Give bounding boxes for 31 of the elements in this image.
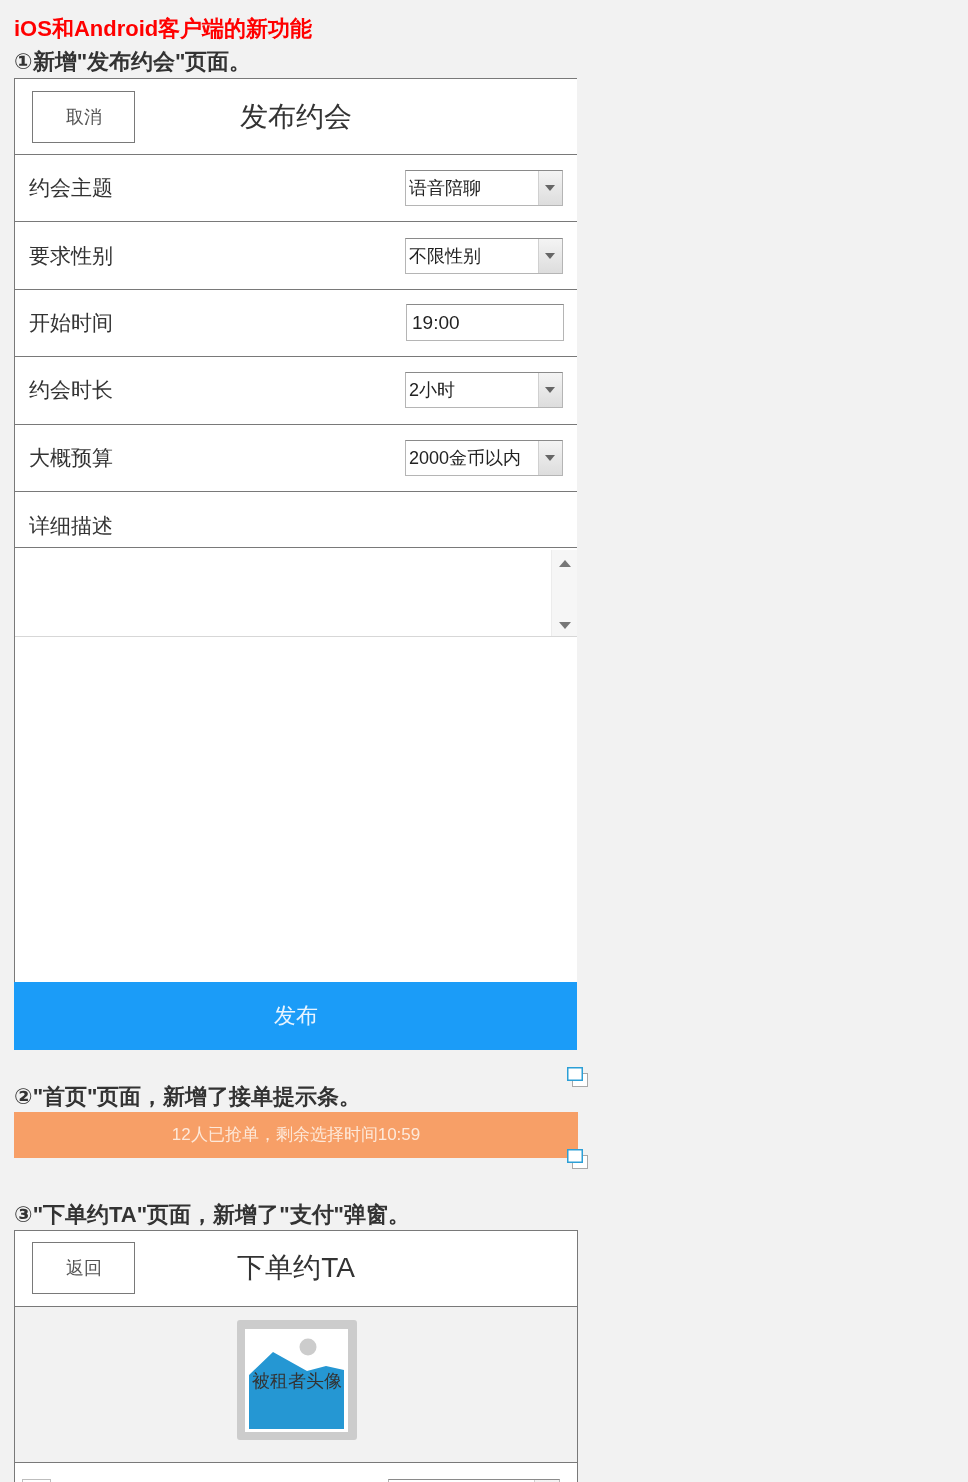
screen-title: 下单约TA — [237, 1251, 355, 1286]
field-label: 详细描述 — [29, 513, 113, 537]
dropdown[interactable]: 不限性别 — [405, 237, 563, 274]
screen-title: 发布约会 — [240, 99, 352, 134]
overlapping-squares-icon — [567, 1148, 588, 1169]
field-label: 开始时间 — [29, 309, 113, 336]
notice-bar: 12人已抢单，剩余选择时间10:59 — [14, 1111, 578, 1158]
dropdown[interactable]: 2小时 — [405, 372, 563, 409]
dropdown-caret-icon — [538, 373, 562, 408]
overlapping-squares-icon — [567, 1066, 588, 1087]
avatar-label: 被租者头像 — [252, 1369, 342, 1393]
section-heading: ②"首页"页面，新增了接单提示条。 — [14, 1082, 362, 1111]
page-title: iOS和Android客户端的新功能 — [14, 16, 313, 42]
scrollbar[interactable] — [551, 549, 577, 636]
dropdown[interactable]: 2000金币以内 — [405, 439, 563, 476]
dropdown-caret-icon — [538, 171, 562, 206]
dropdown-caret-icon — [538, 238, 562, 273]
section-heading: ③"下单约TA"页面，新增了"支付"弹窗。 — [14, 1200, 411, 1229]
field-label: 约会主题 — [29, 175, 113, 202]
field-label: 约会时长 — [29, 377, 113, 404]
time-input[interactable]: 19:00 — [406, 304, 564, 342]
dropdown-caret-icon — [538, 440, 562, 475]
dropdown[interactable]: 语音陪聊 — [405, 170, 563, 207]
cancel-button[interactable]: 取消 — [32, 90, 135, 143]
field-label: 要求性别 — [29, 242, 113, 269]
scroll-down-arrow-icon[interactable] — [558, 621, 571, 629]
back-button[interactable]: 返回 — [32, 1242, 135, 1295]
scroll-up-arrow-icon[interactable] — [558, 559, 571, 567]
image-placeholder-icon — [245, 1328, 348, 1432]
section-heading: ①新增"发布约会"页面。 — [14, 48, 252, 76]
field-label: 大概预算 — [29, 444, 113, 471]
